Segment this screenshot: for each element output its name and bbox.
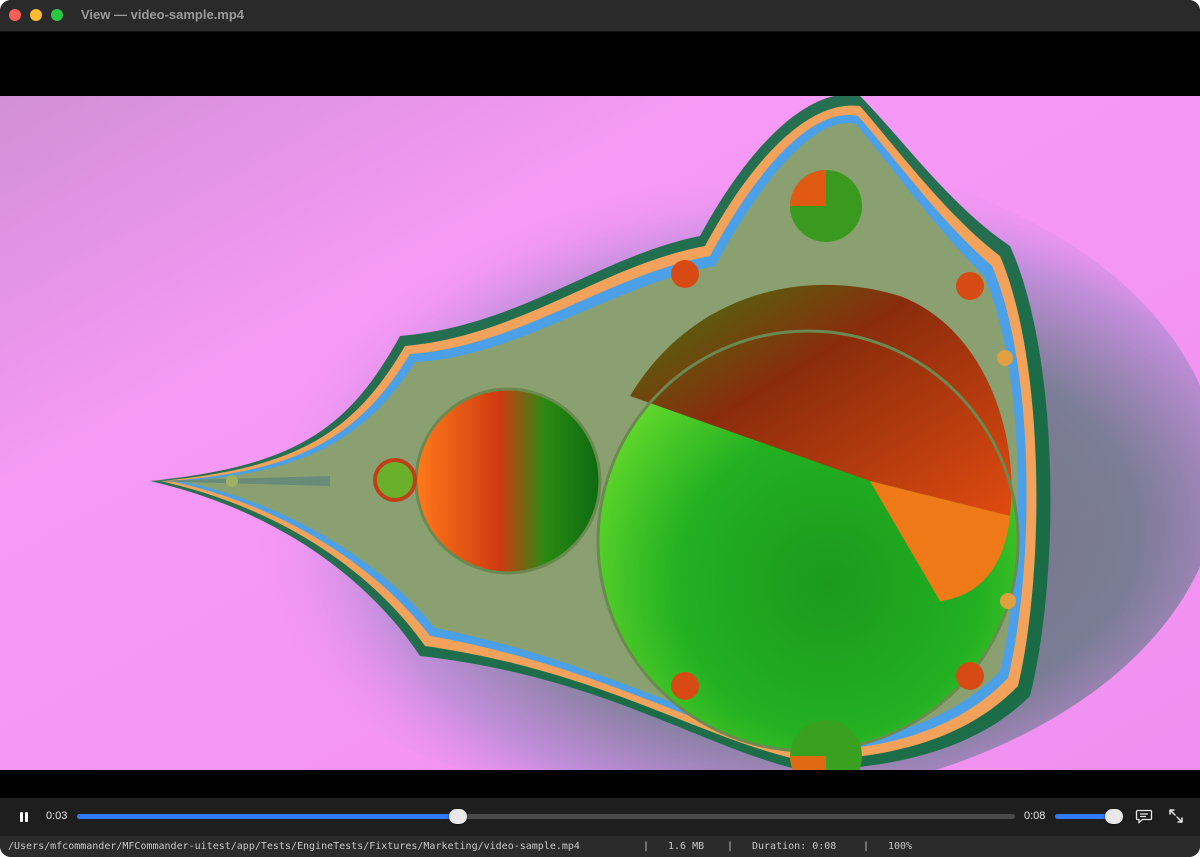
zoom-window-button[interactable] xyxy=(51,9,63,21)
status-separator: | xyxy=(643,841,650,852)
window-title: View — video-sample.mp4 xyxy=(81,7,245,22)
subtitles-icon xyxy=(1135,809,1153,824)
mandelbrot-fractal-image xyxy=(0,96,1200,770)
status-separator: | xyxy=(727,841,734,852)
volume-thumb[interactable] xyxy=(1105,809,1124,824)
duration-time: 0:08 xyxy=(1024,810,1046,822)
viewer-window: View — video-sample.mp4 0:03 0:08 /Users… xyxy=(0,0,1200,857)
title-bar: View — video-sample.mp4 xyxy=(0,0,1200,32)
seek-thumb[interactable] xyxy=(448,809,467,824)
playback-controls: 0:03 0:08 xyxy=(0,798,1200,836)
minimize-window-button[interactable] xyxy=(30,9,42,21)
fullscreen-button[interactable] xyxy=(1167,807,1185,825)
fullscreen-icon xyxy=(1169,809,1183,823)
video-frame[interactable] xyxy=(0,96,1200,770)
file-path: /Users/mfcommander/MFCommander-uitest/ap… xyxy=(8,841,580,852)
pause-icon xyxy=(20,812,23,822)
video-stage[interactable] xyxy=(0,32,1200,798)
close-window-button[interactable] xyxy=(9,9,21,21)
pause-button[interactable] xyxy=(14,807,34,827)
current-time: 0:03 xyxy=(46,810,68,822)
media-duration: Duration: 0:08 xyxy=(752,841,837,852)
zoom-level: 100% xyxy=(888,841,913,852)
volume-slider[interactable] xyxy=(1055,809,1124,824)
seek-progress xyxy=(77,814,458,819)
status-bar: /Users/mfcommander/MFCommander-uitest/ap… xyxy=(0,836,1200,857)
subtitles-button[interactable] xyxy=(1135,807,1153,825)
file-size: 1.6 MB xyxy=(668,841,705,852)
seek-bar[interactable] xyxy=(77,809,1015,824)
status-separator: | xyxy=(863,841,870,852)
